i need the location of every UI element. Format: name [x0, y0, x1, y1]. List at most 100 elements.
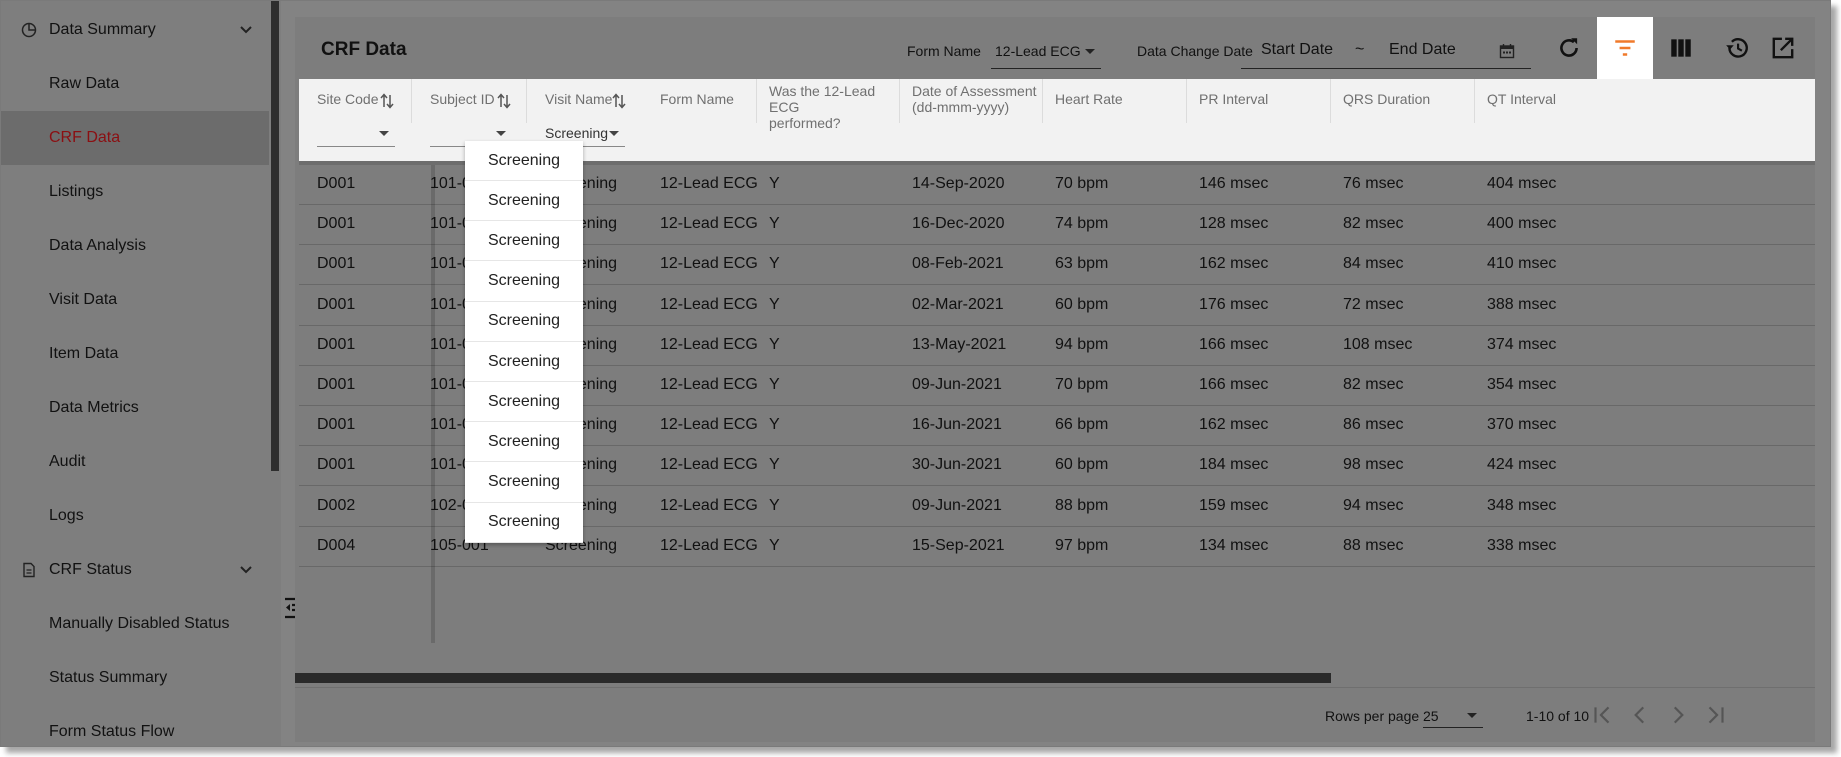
- cell-site-code: D002: [317, 496, 356, 514]
- sort-icon[interactable]: [611, 92, 627, 110]
- cell-heart-rate: 74 bpm: [1055, 215, 1109, 233]
- cell-date-of-assessment: 16-Dec-2020: [912, 215, 1005, 233]
- cell-date-of-assessment: 02-Mar-2021: [912, 295, 1004, 313]
- sidebar-item-status-summary[interactable]: Status Summary: [1, 651, 269, 705]
- filter-button[interactable]: [1597, 17, 1653, 79]
- data-change-date-label: Data Change Date: [1137, 43, 1253, 59]
- open-external-button[interactable]: [1755, 17, 1811, 79]
- dropdown-option[interactable]: Screening: [465, 382, 583, 423]
- refresh-icon: [1560, 38, 1578, 57]
- date-range-picker[interactable]: Start Date ~ End Date: [1241, 31, 1531, 69]
- sidebar-scrollbar[interactable]: [271, 1, 279, 471]
- column-header-pr-interval[interactable]: PR Interval: [1187, 79, 1331, 123]
- cell-form-name: 12-Lead ECG: [660, 456, 758, 474]
- cell-qt-interval: 374 msec: [1487, 335, 1557, 353]
- cell-qrs-duration: 84 msec: [1343, 255, 1404, 273]
- rows-per-page-select[interactable]: 25: [1423, 700, 1483, 728]
- rows-per-page-label: Rows per page: [1325, 708, 1420, 724]
- cell-site-code: D001: [317, 295, 356, 313]
- cell-form-name: 12-Lead ECG: [660, 255, 758, 273]
- cell-qt-interval: 338 msec: [1487, 536, 1557, 554]
- dropdown-caret-icon: [1467, 713, 1477, 718]
- columns-button[interactable]: [1653, 17, 1709, 79]
- cell-heart-rate: 60 bpm: [1055, 456, 1109, 474]
- sidebar-item-data-analysis[interactable]: Data Analysis: [1, 219, 269, 273]
- sidebar-group-data-summary[interactable]: Data Summary: [1, 3, 269, 57]
- cell-qrs-duration: 86 msec: [1343, 416, 1404, 434]
- column-header-label: Visit Name: [545, 91, 613, 107]
- sidebar-item-listings[interactable]: Listings: [1, 165, 269, 219]
- sidebar-item-crf-data[interactable]: CRF Data: [1, 111, 269, 165]
- sidebar-item-audit[interactable]: Audit: [1, 435, 269, 489]
- rows-per-page-value: 25: [1423, 708, 1439, 724]
- cell-heart-rate: 97 bpm: [1055, 536, 1109, 554]
- form-name-value: 12-Lead ECG: [995, 43, 1081, 59]
- column-header-heart-rate[interactable]: Heart Rate: [1043, 79, 1187, 123]
- dropdown-option[interactable]: Screening: [465, 141, 583, 181]
- column-header-ecg-performed[interactable]: Was the 12-Lead ECG performed?: [757, 79, 900, 131]
- column-header-line: performed?: [769, 115, 841, 131]
- column-header-label: QT Interval: [1487, 91, 1556, 107]
- sort-icon[interactable]: [379, 92, 395, 110]
- sidebar-item-manually-disabled-status[interactable]: Manually Disabled Status: [1, 597, 269, 651]
- sort-icon[interactable]: [496, 92, 512, 110]
- column-header-qt-interval[interactable]: QT Interval: [1475, 79, 1815, 123]
- column-header-date-of-assessment[interactable]: Date of Assessment (dd-mmm-yyyy): [900, 79, 1043, 123]
- sidebar-item-raw-data[interactable]: Raw Data: [1, 57, 269, 111]
- dropdown-caret-icon: [379, 131, 389, 136]
- sidebar-item-logs[interactable]: Logs: [1, 489, 269, 543]
- sidebar-item-form-status-flow[interactable]: Form Status Flow: [1, 705, 269, 746]
- column-header-line: Date of Assessment: [912, 83, 1037, 99]
- page-title: CRF Data: [321, 39, 407, 60]
- sidebar-group-label: Data Summary: [49, 21, 156, 38]
- sidebar-group-label: CRF Status: [49, 561, 132, 578]
- dropdown-option[interactable]: Screening: [465, 463, 583, 503]
- sidebar-item-label: Data Analysis: [49, 237, 146, 254]
- column-header-visit-name[interactable]: Visit Name: [527, 79, 642, 123]
- start-date-input[interactable]: Start Date: [1261, 41, 1333, 59]
- refresh-button[interactable]: [1541, 17, 1597, 79]
- cell-ecg-performed: Y: [769, 335, 780, 353]
- horizontal-scrollbar[interactable]: [295, 673, 1331, 683]
- dropdown-option[interactable]: Screening: [465, 262, 583, 302]
- first-page-icon[interactable]: [1589, 702, 1615, 728]
- dropdown-option[interactable]: Screening: [465, 302, 583, 342]
- cell-pr-interval: 146 msec: [1199, 175, 1269, 192]
- cell-site-code: D001: [317, 335, 356, 353]
- cell-date-of-assessment: 13-May-2021: [912, 335, 1007, 353]
- site-code-filter[interactable]: [317, 119, 395, 147]
- end-date-input[interactable]: End Date: [1389, 41, 1456, 59]
- cell-pr-interval: 176 msec: [1199, 295, 1269, 313]
- dropdown-option[interactable]: Screening: [465, 342, 583, 382]
- dropdown-caret-icon: [1085, 49, 1095, 54]
- column-header-site-code[interactable]: Site Code: [299, 79, 412, 123]
- column-header-qrs-duration[interactable]: QRS Duration: [1331, 79, 1475, 123]
- previous-page-icon[interactable]: [1627, 702, 1653, 728]
- form-name-select[interactable]: 12-Lead ECG: [991, 33, 1101, 69]
- dropdown-option[interactable]: Screening: [465, 181, 583, 222]
- cell-pr-interval: 162 msec: [1199, 255, 1269, 273]
- sidebar-item-data-metrics[interactable]: Data Metrics: [1, 381, 269, 435]
- sidebar-item-visit-data[interactable]: Visit Data: [1, 273, 269, 327]
- cell-site-code: D001: [317, 456, 356, 474]
- sidebar-item-label: Item Data: [49, 345, 119, 362]
- sidebar-group-crf-status[interactable]: CRF Status: [1, 543, 269, 597]
- cell-pr-interval: 162 msec: [1199, 416, 1269, 434]
- cell-qrs-duration: 94 msec: [1343, 496, 1404, 514]
- form-name-label: Form Name: [907, 43, 981, 59]
- cell-ecg-performed: Y: [769, 255, 780, 273]
- calendar-icon[interactable]: [1499, 43, 1515, 59]
- column-header-line: (dd-mmm-yyyy): [912, 99, 1010, 115]
- sidebar-item-item-data[interactable]: Item Data: [1, 327, 269, 381]
- column-header-form-name[interactable]: Form Name: [642, 79, 757, 123]
- next-page-icon[interactable]: [1665, 702, 1691, 728]
- column-header-subject-id[interactable]: Subject ID: [412, 79, 527, 123]
- cell-site-code: D001: [317, 255, 356, 273]
- dropdown-option[interactable]: Screening: [465, 503, 583, 543]
- dropdown-option[interactable]: Screening: [465, 221, 583, 262]
- dropdown-option[interactable]: Screening: [465, 422, 583, 463]
- cell-heart-rate: 66 bpm: [1055, 416, 1109, 434]
- column-header-label: PR Interval: [1199, 91, 1269, 107]
- last-page-icon[interactable]: [1703, 702, 1729, 728]
- cell-qt-interval: 404 msec: [1487, 175, 1557, 192]
